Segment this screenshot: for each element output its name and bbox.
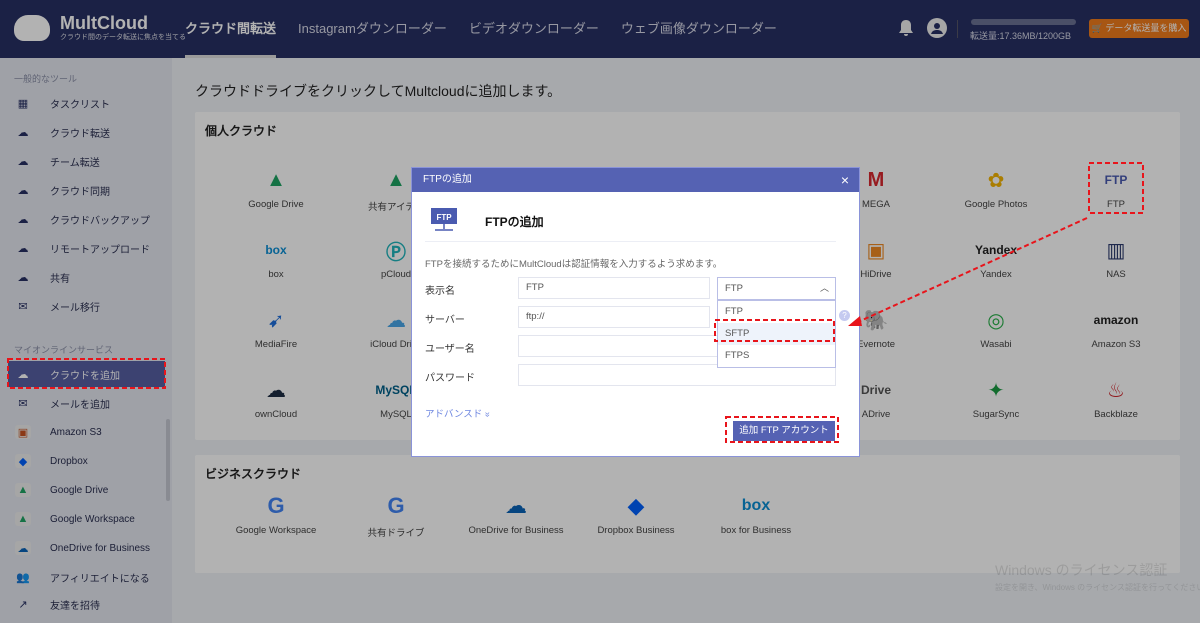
help-icon[interactable]: ? (839, 310, 850, 321)
windows-activation-watermark: Windows のライセンス認証 設定を開き、Windows のライセンス認証を… (995, 560, 1200, 593)
option-ftp[interactable]: FTP (718, 301, 835, 323)
advanced-toggle[interactable]: アドバンスド » (425, 406, 494, 420)
server-label: サーバー (425, 315, 465, 326)
server-input[interactable]: ftp:// (518, 306, 710, 328)
watermark-line1: Windows のライセンス認証 (995, 562, 1168, 578)
dialog-title: FTPの追加 (485, 215, 544, 229)
add-ftp-account-button[interactable]: 追加 FTP アカウント (733, 421, 835, 441)
protocol-dropdown: FTP SFTP FTPS (717, 300, 836, 368)
dialog-header-title: FTPの追加 (423, 174, 472, 185)
add-ftp-dialog: FTPの追加 × FTP FTPの追加 FTPを接続するためにMultCloudは… (411, 167, 860, 457)
watermark-line2: 設定を開き、Windows のライセンス認証を行ってください。 (995, 583, 1200, 592)
close-icon[interactable]: × (841, 168, 849, 192)
display-name-label: 表示名 (425, 286, 455, 297)
ftp-icon: FTP (431, 208, 457, 231)
username-label: ユーザー名 (425, 344, 475, 355)
protocol-selected: FTP (725, 283, 743, 294)
double-chevron-down-icon: » (482, 411, 494, 418)
divider (425, 241, 836, 242)
chevron-up-icon: ︿ (819, 283, 829, 293)
password-label: パスワード (425, 373, 475, 384)
display-name-input[interactable]: FTP (518, 277, 710, 299)
option-ftps[interactable]: FTPS (718, 345, 835, 367)
option-sftp[interactable]: SFTP (718, 323, 835, 345)
advanced-label: アドバンスド (425, 409, 483, 420)
protocol-select[interactable]: FTP ︿ (717, 277, 836, 300)
svg-text:FTP: FTP (436, 213, 452, 222)
dialog-description: FTPを接続するためにMultCloudは認証情報を入力するよう求めます。 (425, 259, 723, 270)
